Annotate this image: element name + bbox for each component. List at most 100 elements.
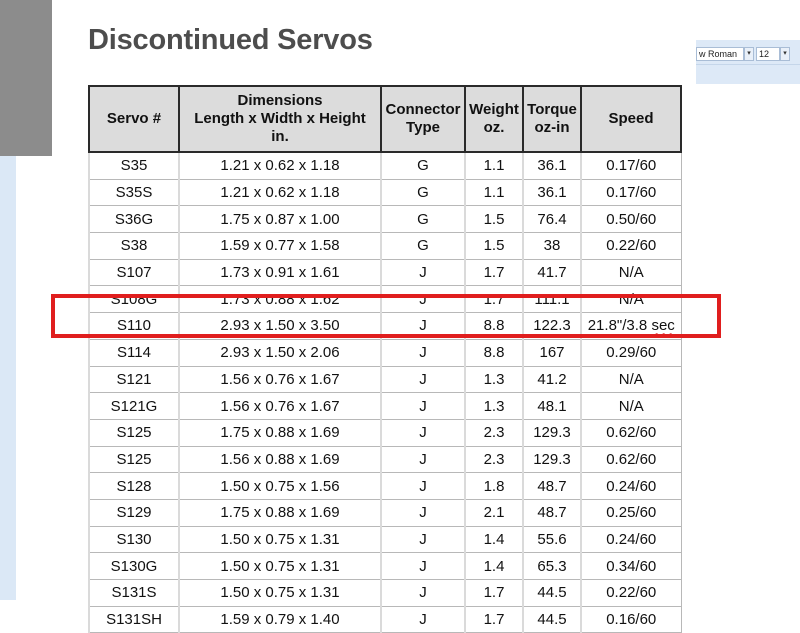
cell-speed: N/A [580, 285, 682, 314]
cell-speed: 0.34/60 [580, 552, 682, 580]
table-row: S121 1.56 x 0.76 x 1.67 J 1.3 41.2 N/A [88, 365, 682, 394]
cell-torque: 122.3 [522, 312, 582, 340]
font-name-dropdown-icon[interactable]: ▾ [744, 47, 754, 61]
cell-speed: N/A [580, 258, 682, 287]
cell-dimensions: 1.21 x 0.62 x 1.18 [178, 150, 382, 180]
cell-torque: 111.1 [522, 285, 582, 314]
cell-dimensions: 1.50 x 0.75 x 1.56 [178, 472, 382, 500]
cell-connector: J [380, 258, 466, 287]
cell-dimensions: 2.93 x 1.50 x 2.06 [178, 338, 382, 367]
header-connector: Connector Type [380, 85, 466, 153]
cell-connector: J [380, 498, 466, 527]
cell-speed: 0.50/60 [580, 205, 682, 234]
font-size-field[interactable]: 12 [756, 47, 780, 61]
header-torque: Torque oz-in [522, 85, 582, 153]
cell-weight: 1.3 [464, 365, 524, 394]
cell-dimensions: 1.50 x 0.75 x 1.31 [178, 579, 382, 607]
cell-speed: N/A [580, 365, 682, 394]
cell-weight: 1.5 [464, 205, 524, 234]
cell-weight: 1.7 [464, 258, 524, 287]
cell-connector: J [380, 472, 466, 500]
cell-connector: J [380, 285, 466, 314]
font-size-dropdown-icon[interactable]: ▾ [780, 47, 790, 61]
cell-torque: 36.1 [522, 178, 582, 207]
cell-servo: S131SH [88, 605, 180, 633]
cell-torque: 48.1 [522, 392, 582, 420]
cell-servo: S114 [88, 338, 180, 367]
cell-dimensions: 1.50 x 0.75 x 1.31 [178, 525, 382, 554]
cell-torque: 41.2 [522, 365, 582, 394]
cell-speed: 0.29/60 [580, 338, 682, 367]
cell-connector: J [380, 552, 466, 580]
table-row: S35S 1.21 x 0.62 x 1.18 G 1.1 36.1 0.17/… [88, 178, 682, 207]
cell-servo: S130G [88, 552, 180, 580]
cell-speed: 0.17/60 [580, 178, 682, 207]
cell-servo: S125 [88, 418, 180, 447]
servo-table: Servo # Dimensions Length x Width x Heig… [88, 85, 682, 633]
cell-connector: J [380, 392, 466, 420]
cell-weight: 1.8 [464, 472, 524, 500]
cell-connector: J [380, 312, 466, 340]
cell-connector: J [380, 365, 466, 394]
table-row: S35 1.21 x 0.62 x 1.18 G 1.1 36.1 0.17/6… [88, 150, 682, 180]
cell-speed: 0.62/60 [580, 445, 682, 474]
cell-torque: 41.7 [522, 258, 582, 287]
cell-servo: S35 [88, 150, 180, 180]
cell-weight: 1.7 [464, 285, 524, 314]
cell-connector: J [380, 579, 466, 607]
cell-speed: 0.22/60 [580, 232, 682, 260]
cell-dimensions: 1.59 x 0.79 x 1.40 [178, 605, 382, 633]
cell-servo: S107 [88, 258, 180, 287]
cell-connector: G [380, 232, 466, 260]
cell-dimensions: 1.56 x 0.88 x 1.69 [178, 445, 382, 474]
table-row: S125 1.56 x 0.88 x 1.69 J 2.3 129.3 0.62… [88, 445, 682, 474]
cell-speed: 0.24/60 [580, 472, 682, 500]
cell-torque: 129.3 [522, 418, 582, 447]
cell-dimensions: 1.75 x 0.88 x 1.69 [178, 418, 382, 447]
cell-torque: 48.7 [522, 498, 582, 527]
table-row: S107 1.73 x 0.91 x 1.61 J 1.7 41.7 N/A [88, 258, 682, 287]
cell-servo: S125 [88, 445, 180, 474]
table-row-highlighted: S110 2.93 x 1.50 x 3.50 J 8.8 122.3 21.8… [88, 312, 682, 340]
cell-servo: S108G [88, 285, 180, 314]
toolbar-divider [696, 64, 800, 65]
cell-torque: 65.3 [522, 552, 582, 580]
cell-weight: 8.8 [464, 312, 524, 340]
cell-weight: 1.7 [464, 579, 524, 607]
cell-dimensions: 1.56 x 0.76 x 1.67 [178, 392, 382, 420]
cell-weight: 1.1 [464, 150, 524, 180]
cell-torque: 48.7 [522, 472, 582, 500]
cell-dimensions: 2.93 x 1.50 x 3.50 [178, 312, 382, 340]
cell-servo: S130 [88, 525, 180, 554]
header-servo: Servo # [88, 85, 180, 153]
cell-dimensions: 1.21 x 0.62 x 1.18 [178, 178, 382, 207]
cell-servo: S38 [88, 232, 180, 260]
cell-speed: 0.22/60 [580, 579, 682, 607]
cell-speed: 21.8"/3.8 sec [580, 312, 682, 340]
speed-value: 21.8"/3.8 [587, 317, 652, 335]
cell-weight: 1.1 [464, 178, 524, 207]
cell-speed: N/A [580, 392, 682, 420]
cell-servo: S128 [88, 472, 180, 500]
cell-torque: 44.5 [522, 579, 582, 607]
cell-weight: 1.7 [464, 605, 524, 633]
cell-speed: 0.25/60 [580, 498, 682, 527]
table-row: S108G 1.73 x 0.88 x 1.62 J 1.7 111.1 N/A [88, 285, 682, 314]
cell-servo: S110 [88, 312, 180, 340]
cell-servo: S36G [88, 205, 180, 234]
cell-torque: 44.5 [522, 605, 582, 633]
table-row: S128 1.50 x 0.75 x 1.56 J 1.8 48.7 0.24/… [88, 472, 682, 500]
cell-dimensions: 1.56 x 0.76 x 1.67 [178, 365, 382, 394]
cell-servo: S35S [88, 178, 180, 207]
font-toolbar: w Roman ▾ 12 ▾ [696, 40, 800, 84]
cell-torque: 129.3 [522, 445, 582, 474]
cell-dimensions: 1.75 x 0.87 x 1.00 [178, 205, 382, 234]
cell-dimensions: 1.73 x 0.91 x 1.61 [178, 258, 382, 287]
table-row: S36G 1.75 x 0.87 x 1.00 G 1.5 76.4 0.50/… [88, 205, 682, 234]
table-row: S131S 1.50 x 0.75 x 1.31 J 1.7 44.5 0.22… [88, 579, 682, 607]
cell-connector: G [380, 178, 466, 207]
font-name-field[interactable]: w Roman [696, 47, 744, 61]
cell-weight: 2.3 [464, 418, 524, 447]
cell-torque: 167 [522, 338, 582, 367]
cell-speed: 0.62/60 [580, 418, 682, 447]
